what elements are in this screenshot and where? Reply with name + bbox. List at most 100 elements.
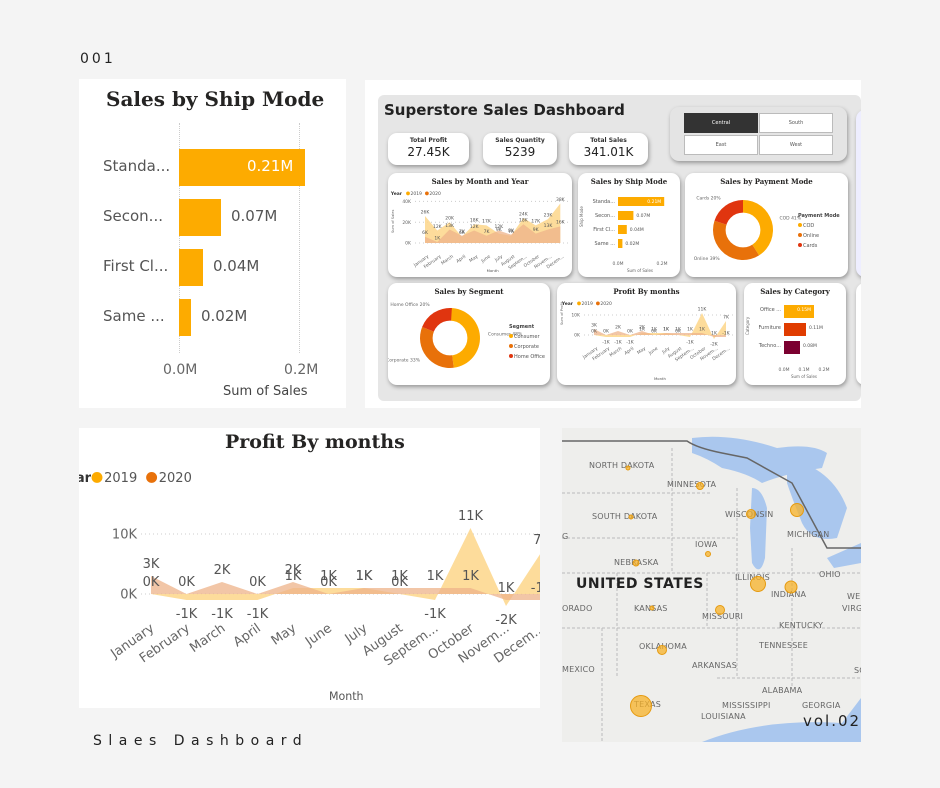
data-label: 2K [639,324,646,330]
sales-map[interactable]: NORTH DAKOTAMINNESOTASOUTH DAKOTAWISCONS… [562,428,861,742]
bar [784,323,806,336]
data-label: 12K [433,224,443,230]
legend-marker [798,223,802,227]
data-label: -1K [531,581,540,596]
data-label: 0K [178,575,195,590]
data-label: 1K [699,326,706,332]
slice-label: Corporate 33% [388,357,421,363]
x-tick: 0.1M [798,367,809,373]
dashboard-title: Superstore Sales Dashboard [384,101,625,119]
state-label: LOUISIANA [701,712,746,721]
x-tick: April [455,254,467,265]
legend-item: COD [803,223,814,229]
data-label: -2K [710,341,718,347]
data-label: -1K [602,339,610,345]
legend-title: Year [390,191,403,197]
data-label: 9K [533,227,540,233]
data-label: -1K [722,330,730,336]
category-chart: Category Office ... 0.15M Furniture 0.11M Tec… [745,305,830,379]
sales-bubble[interactable] [696,482,704,490]
region-slicer: Central South East West [670,107,847,161]
legend-marker [509,334,513,338]
y-tick: 0K [574,333,581,339]
month-year-chart: 0K20K40K26K12K20K6K18K 17K9K 7K24K17K23K38… [390,191,571,273]
card-title: Sales by Payment Mode [720,177,813,186]
sales-bubble[interactable] [746,509,756,519]
lake-huron [787,458,847,539]
data-label: 13K [544,223,554,229]
kpi-value: 27.45K [407,145,450,159]
x-tick: 0.0M [778,367,789,373]
region-east-button[interactable]: East [684,135,758,155]
legend-item: Home Office [514,354,545,360]
state-label: TENNESSEE [759,641,809,650]
payment-donut: COD 41%Online 39%Cards 20%Payment ModeCO… [694,195,841,262]
x-tick: March [608,346,623,359]
y-axis-label: Category [745,316,750,335]
state-label: MISSISSIPPI [722,701,771,710]
data-label: 0.11M [809,325,823,331]
data-label: 17K [482,219,492,225]
data-label: 6K [422,230,429,236]
bar [618,225,627,234]
segment-donut: Consumer 48%Corporate 33%Home Office 20%… [388,302,545,368]
sales-bubble[interactable] [790,503,804,517]
legend-item: Cards [803,243,818,249]
data-label: 1K [427,569,444,584]
ship-mode-panel: Sales by Ship Mode Standa... 0.21M Secon..… [79,79,346,408]
region-south-button[interactable]: South [759,113,833,133]
lake-michigan [750,488,767,570]
bar-label: First Cl... [593,227,615,233]
sales-bubble[interactable] [784,580,798,594]
data-label: 1K [711,330,718,336]
dashboard-screenshot: Superstore Sales Dashboard Total Profit 2… [365,80,861,408]
bar [179,199,221,236]
sales-bubble[interactable] [630,695,652,717]
data-label: -1K [176,607,198,622]
y-axis-label: Ship Mode [579,206,584,227]
x-axis-label: Month [654,376,667,381]
category-card: Sales by Category Category Office ... 0.15M… [744,283,846,385]
x-tick: April [623,346,635,357]
data-label: 0.21M [647,199,661,205]
legend-marker [91,471,103,483]
kpi-label: Total Sales [590,137,627,144]
bar-label: Secon... [595,213,615,219]
sales-bubble[interactable] [715,605,725,615]
bar-label: Same ... [103,307,165,325]
bar-label: Secon... [103,207,163,225]
sales-bubble[interactable] [750,576,766,592]
sales-bubble[interactable] [632,559,640,567]
volume-label: vol.02 [803,712,861,730]
sales-bubble[interactable] [628,514,634,520]
state-label: SC [854,666,861,675]
sales-bubble[interactable] [705,551,711,557]
sales-bubble[interactable] [657,645,667,655]
data-label: 0K [320,575,337,590]
y-tick: 40K [402,199,412,205]
donut-hole [432,320,468,356]
x-axis-label: Sum of Sales [791,374,817,379]
data-label: 1K [356,569,373,584]
state-label: ORADO [562,604,593,613]
x-tick: June [647,346,659,357]
x-axis-label: Month [487,268,500,273]
data-label: 0K [651,328,658,334]
segment-card: Sales by Segment Consumer 48% Corporate 33… [388,283,550,385]
sales-bubble[interactable] [649,605,655,611]
region-west-button[interactable]: West [759,135,833,155]
legend-title: ar [79,471,92,486]
x-axis-label: Sum of Sales [223,384,308,399]
legend-marker [406,191,410,196]
card-title: Sales by Segment [434,287,504,296]
data-label: 7K [533,533,540,548]
bar-label: Office ... [760,307,781,313]
donut-hole [725,212,761,248]
data-label: 16K [556,220,566,226]
region-central-button[interactable]: Central [684,113,758,133]
data-label: 3K [591,322,598,328]
card-title: Sales by Ship Mode [590,177,668,186]
kpi-label: Sales Quantity [495,137,545,144]
sales-bubble[interactable] [625,465,631,471]
data-label: 2K [285,563,302,578]
